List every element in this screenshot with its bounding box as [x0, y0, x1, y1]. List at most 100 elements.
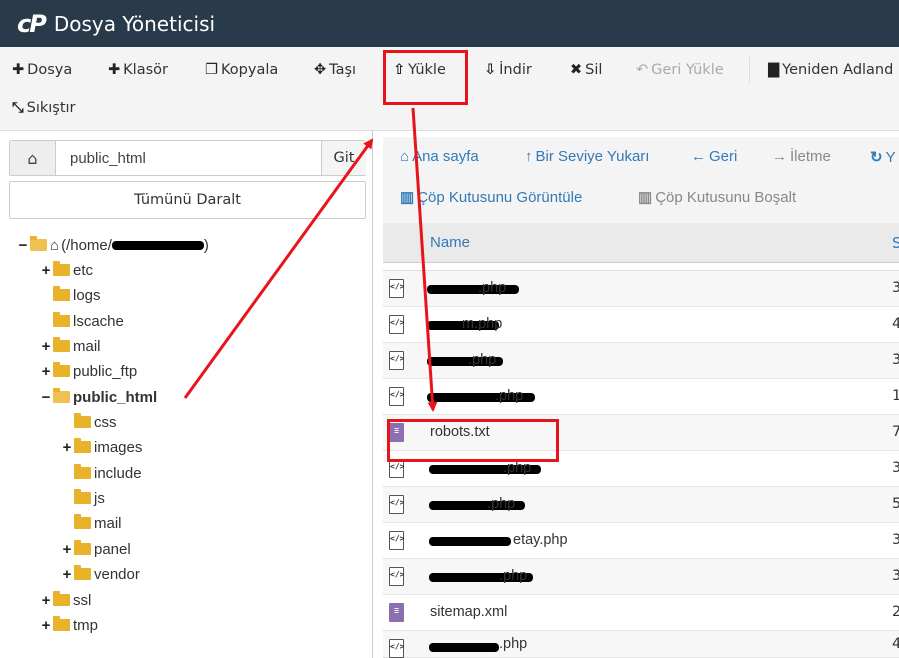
- folder-icon: [53, 591, 70, 606]
- expand-toggle-icon[interactable]: +: [61, 566, 73, 583]
- tree-node-tmp[interactable]: + tmp: [40, 614, 98, 636]
- file-size: 3: [892, 280, 899, 296]
- expand-toggle-icon[interactable]: +: [40, 617, 52, 634]
- table-row-partial[interactable]: [383, 263, 899, 271]
- tree-node-images[interactable]: + images: [61, 436, 142, 458]
- table-row[interactable]: </> m.php 4: [383, 307, 899, 343]
- file-size: 4: [892, 316, 899, 332]
- close-icon: ✖: [570, 62, 583, 78]
- file-name: .php: [487, 496, 516, 512]
- tree-node-js[interactable]: js: [73, 487, 105, 509]
- tree-node-panel[interactable]: + panel: [61, 538, 131, 560]
- delete-button[interactable]: ✖ Sil: [570, 62, 602, 78]
- folder-icon: [53, 616, 70, 631]
- tree-node-css[interactable]: css: [73, 411, 117, 433]
- collapse-toggle-icon[interactable]: −: [40, 389, 52, 406]
- empty-trash-link[interactable]: ▥ Çöp Kutusunu Boşalt: [638, 188, 796, 206]
- expand-toggle-icon[interactable]: +: [61, 439, 73, 456]
- tree-node-etc[interactable]: + etc: [40, 259, 93, 281]
- size-column-header[interactable]: S: [892, 234, 899, 252]
- folder-icon: [74, 540, 91, 555]
- folder-open-icon: [53, 388, 70, 403]
- name-column-header[interactable]: Name: [430, 234, 470, 251]
- tree-label: lscache: [73, 312, 124, 330]
- file-name: etay.php: [513, 532, 568, 548]
- tree-node-lscache[interactable]: lscache: [52, 310, 124, 332]
- file-name: m.php: [462, 316, 503, 332]
- new-folder-label: Klasör: [123, 62, 168, 78]
- tree-node-include[interactable]: include: [73, 462, 142, 484]
- php-file-icon: </>: [389, 531, 404, 550]
- tree-node-root[interactable]: − ⌂ (/home/ ): [17, 234, 209, 256]
- back-link[interactable]: ← Geri: [691, 148, 737, 165]
- view-trash-link[interactable]: ▥ Çöp Kutusunu Görüntüle: [400, 188, 582, 206]
- forward-label: İletme: [790, 148, 831, 165]
- up-one-level-link[interactable]: ↑ Bir Seviye Yukarı: [525, 148, 649, 165]
- php-file-icon: </>: [389, 351, 404, 370]
- table-row[interactable]: </> .php 3: [383, 271, 899, 307]
- xml-file-icon: ≡: [389, 603, 404, 622]
- copy-label: Kopyala: [221, 62, 279, 78]
- table-row[interactable]: </> .php 5: [383, 487, 899, 523]
- file-size: 7: [892, 424, 899, 440]
- expand-toggle-icon[interactable]: +: [40, 592, 52, 609]
- file-size: 5: [892, 496, 899, 512]
- table-row[interactable]: </> .php 3: [383, 559, 899, 595]
- home-link[interactable]: ⌂ Ana sayfa: [400, 148, 479, 165]
- table-row-sitemap[interactable]: ≡ sitemap.xml 2: [383, 595, 899, 631]
- home-icon: ⌂: [50, 236, 60, 254]
- tree-node-public-html[interactable]: − public_html: [40, 386, 157, 408]
- download-label: İndir: [499, 62, 532, 78]
- download-button[interactable]: ⇩ İndir: [484, 62, 532, 78]
- restore-button[interactable]: ↶ Geri Yükle: [636, 62, 724, 78]
- file-name: .php: [478, 280, 507, 296]
- folder-icon: [53, 312, 70, 327]
- move-button[interactable]: ✥ Taşı: [314, 62, 356, 78]
- tree-node-vendor[interactable]: + vendor: [61, 563, 140, 585]
- reload-link[interactable]: ↻ Y: [870, 148, 896, 166]
- back-label: Geri: [709, 148, 738, 165]
- folder-icon: [74, 565, 91, 580]
- tree-node-mail-sub[interactable]: mail: [73, 512, 122, 534]
- rename-button[interactable]: ▇ Yeniden Adland: [768, 62, 893, 78]
- tree-label: mail: [73, 337, 101, 355]
- folder-icon: [74, 489, 91, 504]
- folder-icon: [53, 261, 70, 276]
- table-row[interactable]: </> .php 4: [383, 631, 899, 658]
- file-name: .php: [503, 460, 532, 476]
- tree-label: etc: [73, 261, 94, 279]
- forward-link[interactable]: → İletme: [772, 148, 831, 165]
- plus-icon: ✚: [12, 62, 25, 78]
- php-file-icon: </>: [389, 315, 404, 334]
- tree-label: include: [94, 464, 142, 482]
- table-row[interactable]: </> .php 1: [383, 379, 899, 415]
- table-header: Name S: [383, 223, 899, 263]
- expand-toggle-icon[interactable]: +: [40, 363, 52, 380]
- new-file-button[interactable]: ✚ Dosya: [12, 62, 72, 78]
- tree-node-logs[interactable]: logs: [52, 284, 101, 306]
- expand-toggle-icon[interactable]: +: [40, 262, 52, 279]
- redaction-mark: [429, 537, 511, 546]
- tree-label: (/home/: [61, 236, 112, 254]
- file-name: sitemap.xml: [430, 604, 508, 620]
- expand-toggle-icon[interactable]: +: [40, 338, 52, 355]
- tree-node-mail[interactable]: + mail: [40, 335, 101, 357]
- table-row[interactable]: </> etay.php 3: [383, 523, 899, 559]
- tree-node-public-ftp[interactable]: + public_ftp: [40, 360, 137, 382]
- new-folder-button[interactable]: ✚ Klasör: [108, 62, 168, 78]
- table-row[interactable]: </> .php 3: [383, 343, 899, 379]
- compress-button[interactable]: ⤡ Sıkıştır: [12, 100, 76, 116]
- php-file-icon: </>: [389, 279, 404, 298]
- trash-icon: ▥: [400, 189, 415, 206]
- tree-label: mail: [94, 514, 122, 532]
- tree-label: ssl: [73, 591, 92, 609]
- cpanel-logo: cP: [17, 9, 47, 38]
- download-icon: ⇩: [484, 62, 497, 78]
- php-file-icon: </>: [389, 639, 404, 658]
- expand-toggle-icon[interactable]: +: [61, 541, 73, 558]
- copy-button[interactable]: ❐ Kopyala: [205, 62, 278, 78]
- collapse-toggle-icon[interactable]: −: [17, 237, 29, 254]
- tree-node-ssl[interactable]: + ssl: [40, 589, 91, 611]
- refresh-icon: ↻: [870, 149, 883, 166]
- tree-label: js: [94, 489, 105, 507]
